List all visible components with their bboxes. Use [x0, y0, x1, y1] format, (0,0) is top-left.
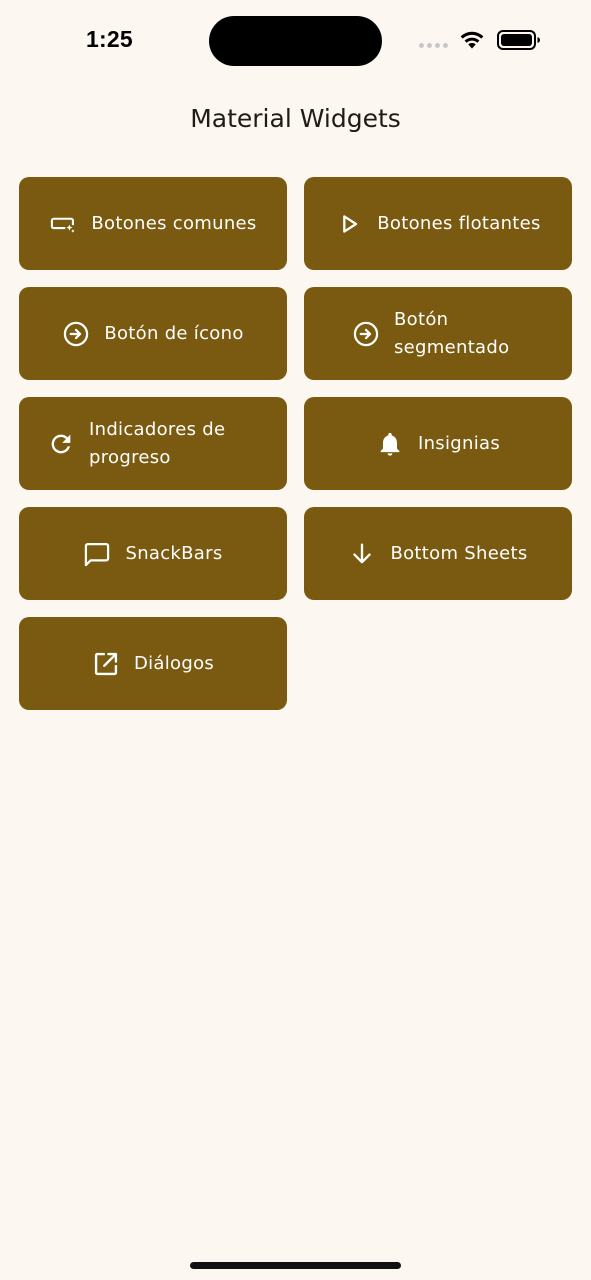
arrow-down-icon [348, 540, 376, 568]
open-in-new-icon [92, 650, 120, 678]
tile-botones-comunes[interactable]: Botones comunes [19, 177, 287, 270]
tile-label: Botón de ícono [104, 322, 244, 344]
play-outline-icon [335, 210, 363, 238]
dynamic-island [209, 16, 382, 66]
refresh-icon [47, 430, 75, 458]
tile-botones-flotantes[interactable]: Botones flotantes [304, 177, 572, 270]
tile-label: Insignias [417, 432, 501, 454]
widget-grid: Botones comunes Botones flotantes Botón … [19, 177, 572, 710]
status-time: 1:25 [86, 26, 133, 52]
arrow-circle-right-icon [62, 320, 90, 348]
tile-label: SnackBars [125, 542, 223, 564]
status-bar: 1:25 [0, 0, 591, 80]
tile-bottom-sheets[interactable]: Bottom Sheets [304, 507, 572, 600]
tile-insignias[interactable]: Insignias [304, 397, 572, 490]
tile-indicadores-de-progreso[interactable]: Indicadores de progreso [19, 397, 287, 490]
tile-dialogos[interactable]: Diálogos [19, 617, 287, 710]
wifi-icon [460, 31, 484, 49]
page-title: Material Widgets [190, 104, 401, 133]
tile-label: Botón segmentado [394, 308, 510, 358]
battery-icon [497, 30, 540, 50]
arrow-circle-right-icon [352, 320, 380, 348]
bell-icon [376, 430, 404, 458]
tile-label: Botones comunes [91, 212, 257, 234]
tile-boton-de-icono[interactable]: Botón de ícono [19, 287, 287, 380]
tile-label: Bottom Sheets [390, 542, 528, 564]
tile-boton-segmentado[interactable]: Botón segmentado [304, 287, 572, 380]
tile-label: Indicadores de progreso [89, 418, 226, 468]
tile-label: Diálogos [133, 652, 215, 674]
home-indicator[interactable] [190, 1262, 401, 1269]
smart-button-icon [49, 210, 77, 238]
tile-label: Botones flotantes [377, 212, 541, 234]
chat-bubble-icon [83, 540, 111, 568]
tile-snackbars[interactable]: SnackBars [19, 507, 287, 600]
signal-icon [419, 43, 448, 48]
